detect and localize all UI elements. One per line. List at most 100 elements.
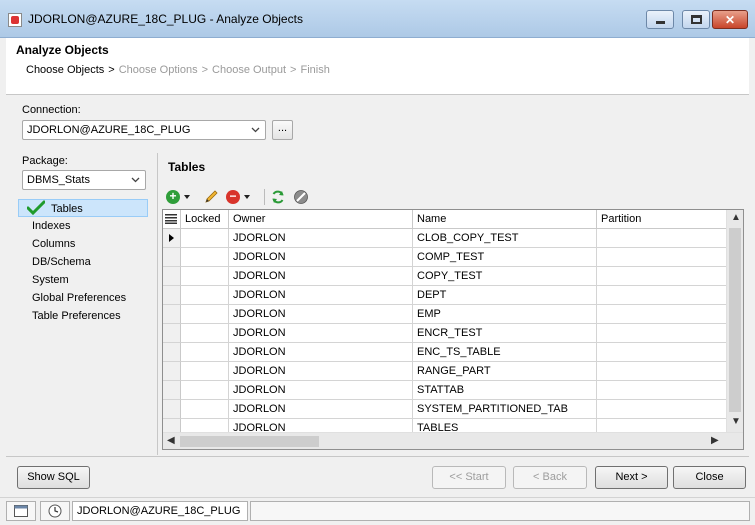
cell-name[interactable]: STATTAB: [413, 381, 597, 400]
row-header[interactable]: [163, 286, 181, 305]
column-header-locked[interactable]: Locked: [181, 210, 229, 229]
cell-owner[interactable]: JDORLON: [229, 324, 413, 343]
connection-select[interactable]: JDORLON@AZURE_18C_PLUG: [22, 120, 266, 140]
cell-name[interactable]: COMP_TEST: [413, 248, 597, 267]
cell-owner[interactable]: JDORLON: [229, 286, 413, 305]
add-button[interactable]: +: [166, 188, 190, 206]
row-header[interactable]: [163, 362, 181, 381]
cell-name[interactable]: RANGE_PART: [413, 362, 597, 381]
nav-item-system[interactable]: System: [18, 271, 148, 289]
cell-locked[interactable]: [181, 362, 229, 381]
start-button[interactable]: << Start: [432, 466, 506, 489]
cell-owner[interactable]: JDORLON: [229, 248, 413, 267]
nav-item-indexes[interactable]: Indexes: [18, 217, 148, 235]
cell-name[interactable]: SYSTEM_PARTITIONED_TAB: [413, 400, 597, 419]
scroll-right-icon[interactable]: ▶: [711, 435, 719, 446]
cell-partition[interactable]: [597, 286, 727, 305]
grid-menu-button[interactable]: [163, 210, 181, 229]
cell-partition[interactable]: [597, 267, 727, 286]
status-output-toggle[interactable]: [6, 501, 36, 521]
cell-owner[interactable]: JDORLON: [229, 400, 413, 419]
nav-item-label: Global Preferences: [32, 292, 127, 304]
step-choose-options: Choose Options: [118, 64, 198, 76]
step-separator: >: [290, 64, 297, 76]
refresh-button[interactable]: [270, 188, 286, 206]
close-window-button[interactable]: ✕: [712, 10, 748, 29]
cell-name[interactable]: DEPT: [413, 286, 597, 305]
row-header[interactable]: [163, 324, 181, 343]
cell-locked[interactable]: [181, 248, 229, 267]
cell-owner[interactable]: JDORLON: [229, 362, 413, 381]
cell-locked[interactable]: [181, 305, 229, 324]
cell-partition[interactable]: [597, 381, 727, 400]
package-label: Package:: [22, 155, 68, 167]
vertical-scrollbar[interactable]: ▲ ▼: [726, 210, 743, 432]
edit-button[interactable]: [203, 188, 219, 206]
tables-grid[interactable]: Locked Owner Name Partition JDORLON CLOB_…: [162, 209, 744, 450]
row-header[interactable]: [163, 381, 181, 400]
row-header[interactable]: [163, 229, 181, 248]
nav-item-label: System: [32, 274, 69, 286]
package-select[interactable]: DBMS_Stats: [22, 170, 146, 190]
scroll-down-icon[interactable]: ▼: [731, 416, 741, 427]
column-header-partition[interactable]: Partition: [597, 210, 727, 229]
cell-owner[interactable]: JDORLON: [229, 305, 413, 324]
cell-name[interactable]: COPY_TEST: [413, 267, 597, 286]
minimize-icon: [655, 21, 665, 24]
cell-partition[interactable]: [597, 305, 727, 324]
scroll-left-icon[interactable]: ◀: [167, 435, 175, 446]
cell-partition[interactable]: [597, 400, 727, 419]
cell-locked[interactable]: [181, 400, 229, 419]
cell-name[interactable]: ENCR_TEST: [413, 324, 597, 343]
cell-name[interactable]: ENC_TS_TABLE: [413, 343, 597, 362]
step-finish: Finish: [300, 64, 330, 76]
nav-item-label: Columns: [32, 238, 76, 250]
next-button[interactable]: Next >: [595, 466, 668, 489]
scroll-up-icon[interactable]: ▲: [731, 212, 741, 223]
row-header[interactable]: [163, 400, 181, 419]
row-header[interactable]: [163, 267, 181, 286]
maximize-button[interactable]: [682, 10, 710, 29]
nav-item-tables[interactable]: Tables: [18, 199, 148, 217]
nav-item-table-preferences[interactable]: Table Preferences: [18, 307, 148, 325]
cell-name[interactable]: EMP: [413, 305, 597, 324]
column-header-owner[interactable]: Owner: [229, 210, 413, 229]
cell-locked[interactable]: [181, 229, 229, 248]
cell-partition[interactable]: [597, 343, 727, 362]
cell-partition[interactable]: [597, 362, 727, 381]
clock-icon: [48, 504, 62, 518]
close-button[interactable]: Close: [673, 466, 746, 489]
cell-locked[interactable]: [181, 324, 229, 343]
cell-name[interactable]: CLOB_COPY_TEST: [413, 229, 597, 248]
cell-partition[interactable]: [597, 248, 727, 267]
cell-locked[interactable]: [181, 267, 229, 286]
cell-locked[interactable]: [181, 381, 229, 400]
remove-button[interactable]: −: [226, 188, 250, 206]
horizontal-scroll-thumb[interactable]: [180, 436, 319, 447]
cell-partition[interactable]: [597, 229, 727, 248]
clear-button[interactable]: [293, 188, 310, 206]
cell-owner[interactable]: JDORLON: [229, 267, 413, 286]
cell-owner[interactable]: JDORLON: [229, 343, 413, 362]
show-sql-button[interactable]: Show SQL: [17, 466, 90, 489]
footer-divider: [6, 456, 749, 457]
connection-browse-button[interactable]: ...: [272, 120, 293, 140]
nav-item-global-preferences[interactable]: Global Preferences: [18, 289, 148, 307]
cell-locked[interactable]: [181, 343, 229, 362]
vertical-scroll-thumb[interactable]: [729, 228, 741, 412]
cell-owner[interactable]: JDORLON: [229, 229, 413, 248]
cell-owner[interactable]: JDORLON: [229, 381, 413, 400]
cell-locked[interactable]: [181, 286, 229, 305]
status-clock-toggle[interactable]: [40, 501, 70, 521]
row-header[interactable]: [163, 305, 181, 324]
column-header-name[interactable]: Name: [413, 210, 597, 229]
row-header[interactable]: [163, 343, 181, 362]
row-header[interactable]: [163, 248, 181, 267]
nav-item-db-schema[interactable]: DB/Schema: [18, 253, 148, 271]
cell-partition[interactable]: [597, 324, 727, 343]
minimize-button[interactable]: [646, 10, 674, 29]
horizontal-scrollbar[interactable]: ◀ ▶: [163, 432, 743, 449]
connection-value: JDORLON@AZURE_18C_PLUG: [27, 124, 191, 136]
back-button[interactable]: < Back: [513, 466, 587, 489]
nav-item-columns[interactable]: Columns: [18, 235, 148, 253]
